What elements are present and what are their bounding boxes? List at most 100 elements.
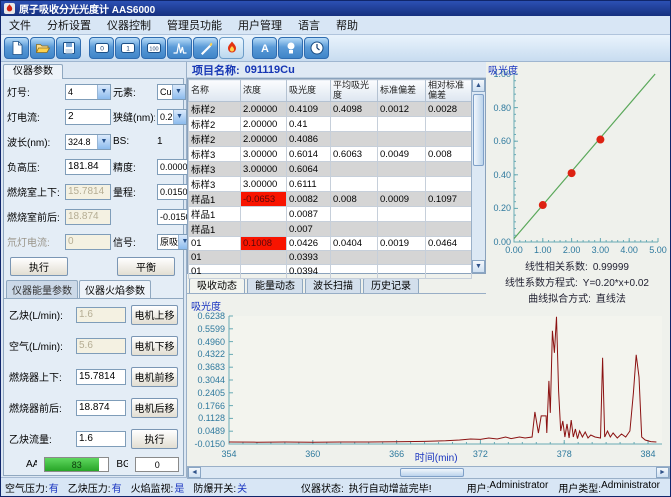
table-cell: 0.6111 [287, 177, 331, 192]
col-std-dev[interactable]: 标准偏差 [378, 80, 426, 102]
flame-execute-button[interactable]: 执行 [131, 429, 178, 449]
table-row[interactable]: 010.0394 [189, 265, 472, 279]
table-cell: 2.00000 [241, 117, 287, 132]
tab-absorption-dynamics[interactable]: 吸收动态 [189, 278, 245, 293]
table-row[interactable]: 标样22.000000.41090.40980.00120.0028 [189, 102, 472, 117]
x-tick-label: 3.00 [588, 245, 612, 255]
y-tick-label: 0.1766 [187, 401, 225, 411]
toolbar-timer-button[interactable] [304, 37, 329, 59]
toolbar-new-file-button[interactable] [4, 37, 29, 59]
col-avg-absorbance[interactable]: 平均吸光度 [331, 80, 378, 102]
scroll-left-icon[interactable]: ◄ [188, 467, 201, 478]
burner-fb-input[interactable] [76, 400, 126, 416]
menu-instrument-control[interactable]: 仪器控制 [99, 16, 159, 34]
menu-analysis-settings[interactable]: 分析设置 [39, 16, 99, 34]
table-scrollbar[interactable]: ▲ ▼ [471, 79, 485, 273]
toolbar-ignite-button[interactable] [219, 37, 244, 59]
balance-button[interactable]: 平衡 [117, 257, 175, 276]
lamp-current-input[interactable] [65, 109, 111, 125]
table-cell: 标样2 [189, 117, 241, 132]
execute-button[interactable]: 执行 [10, 257, 68, 276]
scroll-right-icon[interactable]: ► [656, 467, 669, 478]
table-cell [331, 207, 378, 222]
y-tick-label: 0.5599 [187, 324, 225, 334]
menu-help[interactable]: 帮助 [328, 16, 366, 34]
instrument-status-label: 仪器状态: [301, 480, 344, 495]
burner-ud-input[interactable] [76, 369, 126, 385]
table-row[interactable]: 样品10.007 [189, 222, 472, 237]
table-cell: 0.008 [331, 192, 378, 207]
toolbar-meter1-button[interactable]: 1 [115, 37, 140, 59]
menu-file[interactable]: 文件 [1, 16, 39, 34]
toolbar-open-button[interactable] [30, 37, 55, 59]
table-row[interactable]: 标样33.000000.6064 [189, 162, 472, 177]
peak-scan-icon [172, 40, 188, 56]
menu-user-management[interactable]: 用户管理 [230, 16, 290, 34]
toolbar-lamp-button[interactable] [278, 37, 303, 59]
element-label: 元素: [113, 84, 155, 99]
tab-energy-params[interactable]: 仪器能量参数 [6, 280, 78, 298]
table-row[interactable]: 010.0393 [189, 251, 472, 265]
table-row[interactable]: 010.10080.04260.04040.00190.0464 [189, 237, 472, 251]
motor-back-button[interactable]: 电机后移 [131, 398, 178, 418]
y-tick-label: 0.40 [485, 170, 511, 180]
user-type-label: 用户类型: [558, 480, 601, 495]
toolbar-meter0-button[interactable]: 0 [89, 37, 114, 59]
menu-admin-functions[interactable]: 管理员功能 [159, 16, 230, 34]
neg-hv-input[interactable] [65, 159, 111, 175]
col-rsd[interactable]: 相对标准偏差 [426, 80, 472, 102]
tab-energy-dynamics[interactable]: 能量动态 [247, 278, 303, 293]
lamp-no-select[interactable]: 4▼ [65, 84, 111, 100]
table-row[interactable]: 样品1-0.06530.00820.0080.00090.1097 [189, 192, 472, 207]
tab-instrument-params[interactable]: 仪器参数 [3, 64, 63, 79]
x-tick-label: 372 [465, 449, 495, 459]
toolbar-save-button[interactable] [56, 37, 81, 59]
chamber-fb-label: 燃烧室前后: [7, 209, 63, 224]
toolbar-meter100-button[interactable]: 100 [141, 37, 166, 59]
chart-scrollbar[interactable]: ◄ ► [187, 466, 670, 479]
col-concentration[interactable]: 浓度 [241, 80, 287, 102]
scrollbar-thumb[interactable] [473, 94, 484, 166]
chevron-down-icon: ▼ [97, 135, 110, 149]
corr-coef-value: 0.99999 [593, 262, 629, 273]
range-label: 量程: [113, 184, 155, 199]
col-name[interactable]: 名称 [189, 80, 241, 102]
table-cell: 0.0393 [287, 251, 331, 265]
x-tick-label: 384 [633, 449, 663, 459]
motor-down-button[interactable]: 电机下移 [131, 336, 178, 356]
range-value: 0.0150 [158, 187, 188, 197]
menu-language[interactable]: 语言 [290, 16, 328, 34]
scrollbar-thumb[interactable] [400, 468, 464, 477]
results-table-body: 标样22.000000.41090.40980.00120.0028标样22.0… [189, 102, 472, 279]
table-row[interactable]: 标样33.000000.60140.60630.00490.008 [189, 147, 472, 162]
project-name: 091119Cu [245, 64, 295, 76]
table-cell [378, 251, 426, 265]
x-axis-title: 时间(min) [415, 449, 458, 464]
table-cell: -0.0653 [241, 192, 287, 207]
table-cell: 0.6063 [331, 147, 378, 162]
table-row[interactable]: 样品10.0087 [189, 207, 472, 222]
tab-flame-params[interactable]: 仪器火焰参数 [79, 280, 151, 298]
app-icon [4, 3, 15, 14]
toolbar-peak-scan-button[interactable] [167, 37, 192, 59]
slit-select[interactable]: 0.2▼ [157, 109, 187, 125]
motor-up-button[interactable]: 电机上移 [131, 305, 178, 325]
table-row[interactable]: 标样33.000000.6111 [189, 177, 472, 192]
table-cell: 0.0009 [378, 192, 426, 207]
wavelength-select[interactable]: 324.8▼ [65, 134, 111, 150]
toolbar-calibrate-button[interactable] [193, 37, 218, 59]
wavelength-label: 波长(nm): [7, 134, 63, 149]
table-row[interactable]: 标样22.000000.4086 [189, 132, 472, 147]
element-select[interactable]: Cu▼ [157, 84, 186, 100]
acetylene-flow-input[interactable] [76, 431, 126, 447]
table-row[interactable]: 标样22.000000.41 [189, 117, 472, 132]
instrument-status-value: 执行自动增益完毕! [349, 480, 432, 495]
table-cell: 3.00000 [241, 177, 287, 192]
tab-wavelength-scan[interactable]: 波长扫描 [305, 278, 361, 293]
toolbar-auto-gain-button[interactable]: A [252, 37, 277, 59]
table-cell: 0.007 [287, 222, 331, 237]
title-bar: 原子吸收分光光度计 AAS6000 [1, 1, 670, 16]
motor-forward-button[interactable]: 电机前移 [131, 367, 178, 387]
tab-history[interactable]: 历史记录 [363, 278, 419, 293]
col-absorbance[interactable]: 吸光度 [287, 80, 331, 102]
